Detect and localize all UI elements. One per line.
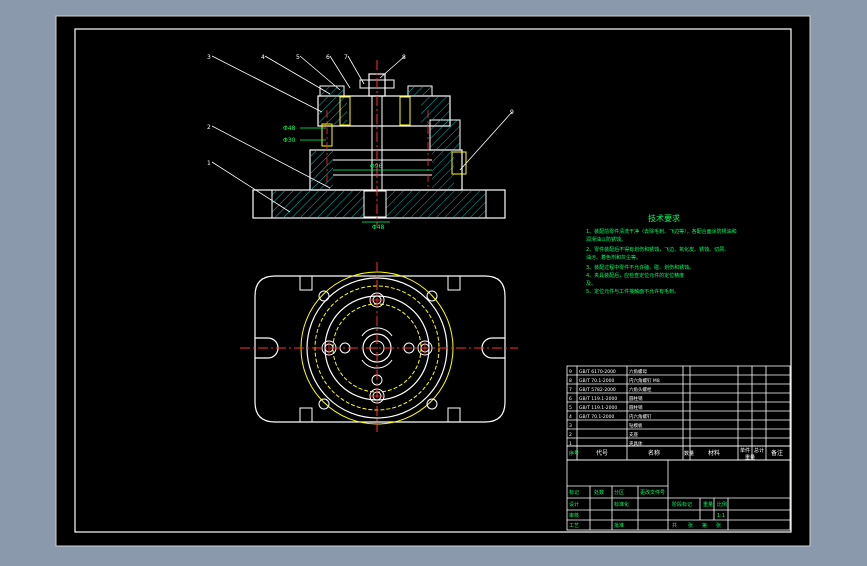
part-label: 5 xyxy=(296,54,300,61)
cad-viewport: Φ48 Φ30 Φ96 Φ48 3 4 5 6 7 8 2 1 9 技术要求 1… xyxy=(0,0,867,562)
tech-req-line: 润滑油以防锈蚀。 xyxy=(586,236,626,243)
tech-req-title: 技术要求 xyxy=(648,213,680,223)
scale-value: 1:1 xyxy=(717,513,725,519)
parts-cell: GB/T 119.1-2000 xyxy=(579,396,617,402)
title-label: 第 xyxy=(702,522,707,529)
title-label: 标准化 xyxy=(614,501,629,508)
tech-req-line: 3、装配过程中零件不允许磕、碰、划伤和锈蚀。 xyxy=(586,264,694,271)
header-cell: 序号 xyxy=(569,450,579,457)
parts-cell: 8 xyxy=(569,378,572,384)
header-cell: 单件 xyxy=(740,447,750,454)
header-sub: 重量 xyxy=(745,454,755,461)
tech-req-line: 1、装配前零件清洗干净（去除毛刺、飞边等），各配合面涂防锈油和 xyxy=(586,228,737,235)
parts-cell: 六角头螺栓 xyxy=(629,386,652,393)
part-label: 9 xyxy=(510,109,514,116)
tech-req-line: 及。 xyxy=(586,281,596,287)
title-label: 分区 xyxy=(614,489,624,496)
part-label: 2 xyxy=(207,124,211,131)
part-label: 8 xyxy=(402,54,406,61)
parts-cell: 3 xyxy=(569,423,572,429)
parts-cell: GB/T 119.1-2000 xyxy=(579,405,617,411)
title-label: 更改文件号 xyxy=(640,489,665,496)
title-label: 阶段标记 xyxy=(672,501,692,508)
title-label: 重量 xyxy=(703,501,713,508)
header-cell: 代号 xyxy=(596,449,608,457)
title-label: 共 xyxy=(672,522,677,529)
parts-cell: GB/T 70.1-2000 xyxy=(579,378,615,384)
part-label: 3 xyxy=(207,54,211,61)
parts-cell: 钻模板 xyxy=(629,422,643,429)
parts-cell: 9 xyxy=(569,369,572,375)
header-cell: 材料 xyxy=(708,449,720,457)
parts-cell: 2 xyxy=(569,432,572,438)
parts-cell: 六角螺母 xyxy=(629,368,647,375)
title-label: 比例 xyxy=(717,501,727,508)
header-cell: 名称 xyxy=(648,449,660,457)
dim-bottom: Φ48 xyxy=(372,224,385,231)
parts-cell: 内六角螺钉 M8 xyxy=(629,377,660,384)
parts-cell: GB/T 5782-2000 xyxy=(579,387,616,393)
tech-req-line: 5、定位元件与工件接触面不允许有毛刺。 xyxy=(586,288,679,295)
cad-drawing-canvas[interactable]: Φ48 Φ30 Φ96 Φ48 3 4 5 6 7 8 2 1 9 技术要求 1… xyxy=(0,0,867,562)
parts-cell: 5 xyxy=(569,405,572,411)
parts-cell: 圆柱销 xyxy=(629,395,643,402)
parts-cell: 1 xyxy=(569,441,572,447)
title-label: 审核 xyxy=(569,512,579,519)
tech-req-line: 2、零件装配后不得有划伤和锈蚀，飞边、氧化皮、锈蚀、切屑、 xyxy=(586,246,729,253)
title-label: 张 xyxy=(688,522,693,529)
title-label: 处数 xyxy=(594,489,604,496)
title-label: 工艺 xyxy=(569,523,579,529)
header-cell: 总计 xyxy=(754,447,764,454)
parts-cell: GB/T 6170-2000 xyxy=(579,369,616,375)
base-center-bore xyxy=(363,190,387,218)
parts-cell: GB/T 70.1-2000 xyxy=(579,414,615,420)
title-label: 批准 xyxy=(614,522,624,529)
tech-req-line: 4、夹具装配后，应检查定位元件的定位精度 xyxy=(586,272,684,279)
dim-left-top: Φ48 xyxy=(283,125,296,132)
tech-req-line: 油污、着色剂和灰尘等。 xyxy=(586,254,641,261)
parts-cell: 内六角螺钉 xyxy=(629,413,652,420)
title-label: 标记 xyxy=(569,489,579,496)
title-label: 张 xyxy=(716,522,721,529)
dim-left-bottom: Φ30 xyxy=(283,137,296,144)
parts-cell: 6 xyxy=(569,396,572,402)
header-cell: 备注 xyxy=(771,449,783,457)
parts-cell: 4 xyxy=(569,414,572,420)
parts-cell: 支座 xyxy=(629,431,638,438)
part-label: 7 xyxy=(344,54,348,61)
parts-cell: 夹具体 xyxy=(629,440,643,447)
part-label: 6 xyxy=(326,54,330,61)
part-label: 1 xyxy=(207,160,211,167)
part-label: 4 xyxy=(261,54,265,61)
title-label: 设计 xyxy=(569,501,579,508)
parts-cell: 圆柱销 xyxy=(629,404,643,411)
dim-center: Φ96 xyxy=(370,163,383,170)
header-cell: 数量 xyxy=(684,450,694,457)
parts-cell: 7 xyxy=(569,387,572,393)
